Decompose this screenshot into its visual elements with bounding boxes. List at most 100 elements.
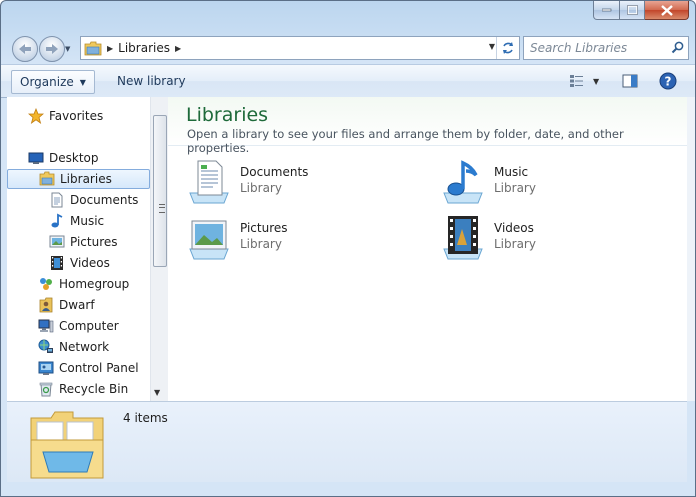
title-bar[interactable] xyxy=(1,1,695,31)
nav-item-control-panel[interactable]: Control Panel xyxy=(7,358,150,378)
new-library-button[interactable]: New library xyxy=(111,70,192,92)
nav-item-music[interactable]: Music xyxy=(7,211,150,231)
videos-library-icon xyxy=(443,216,483,260)
back-button[interactable] xyxy=(12,36,38,62)
library-type: Library xyxy=(494,237,536,251)
nav-label: Homegroup xyxy=(59,277,130,291)
forward-button[interactable] xyxy=(39,36,65,62)
nav-item-network[interactable]: Network xyxy=(7,337,150,357)
nav-label: Dwarf xyxy=(59,298,95,312)
library-type: Library xyxy=(240,181,282,195)
nav-label: Documents xyxy=(70,193,139,207)
breadcrumb-separator[interactable]: ▶ xyxy=(175,44,181,53)
libraries-folder-icon xyxy=(30,411,104,479)
library-item-documents[interactable]: Documents Library xyxy=(186,159,426,207)
scroll-down-arrow-icon[interactable]: ▼ xyxy=(154,388,160,397)
refresh-icon xyxy=(503,42,513,54)
music-note-icon xyxy=(51,213,63,228)
nav-item-libraries[interactable]: Libraries xyxy=(7,169,150,189)
page-title: Libraries xyxy=(186,104,269,126)
item-count: 4 items xyxy=(123,411,168,425)
nav-label: Favorites xyxy=(49,109,104,123)
maximize-button[interactable] xyxy=(620,1,645,20)
organize-button[interactable]: Organize ▼ xyxy=(11,70,95,94)
nav-label: Recycle Bin xyxy=(59,382,129,396)
nav-item-dwarf[interactable]: Dwarf xyxy=(7,295,150,315)
forward-arrow-icon xyxy=(46,44,58,54)
recycle-bin-icon xyxy=(39,382,53,397)
explorer-window: ▼ ▶ Libraries ▶ ▼ Search Libraries Organ… xyxy=(0,0,696,497)
nav-item-homegroup[interactable]: Homegroup xyxy=(7,274,150,294)
scrollbar-thumb[interactable] xyxy=(153,115,167,267)
preview-pane-button[interactable] xyxy=(616,70,644,92)
refresh-button[interactable] xyxy=(496,37,519,59)
library-name: Pictures xyxy=(240,221,288,235)
minimize-icon xyxy=(601,8,611,12)
close-icon xyxy=(660,4,673,16)
homegroup-icon xyxy=(40,278,52,290)
content-pane: Libraries Open a library to see your fil… xyxy=(168,97,687,401)
search-box[interactable]: Search Libraries xyxy=(523,36,689,60)
details-pane: 4 items xyxy=(7,401,687,482)
nav-label: Computer xyxy=(59,319,119,333)
documents-library-icon xyxy=(189,160,229,204)
nav-label: Pictures xyxy=(70,235,118,249)
libraries-folder-icon xyxy=(39,171,55,186)
svg-text:?: ? xyxy=(665,75,672,89)
nav-item-computer[interactable]: Computer xyxy=(7,316,150,336)
organize-label: Organize xyxy=(20,75,74,89)
libraries-folder-icon xyxy=(84,41,102,55)
nav-label: Libraries xyxy=(60,172,112,186)
navigation-pane: Favorites Desktop Libraries Documents Mu… xyxy=(7,97,151,401)
address-dropdown-icon[interactable]: ▼ xyxy=(489,42,495,51)
recent-pages-dropdown[interactable]: ▼ xyxy=(65,45,70,53)
nav-label: Desktop xyxy=(49,151,99,165)
library-type: Library xyxy=(240,237,282,251)
window-controls xyxy=(593,1,689,20)
new-library-label: New library xyxy=(117,74,186,88)
change-view-button[interactable]: ▼ xyxy=(563,70,605,92)
chevron-down-icon: ▼ xyxy=(79,77,86,87)
content-right-edge xyxy=(687,97,695,401)
library-item-pictures[interactable]: Pictures Library xyxy=(186,215,426,263)
address-bar[interactable]: ▶ Libraries ▶ ▼ xyxy=(80,36,520,60)
breadcrumb-separator[interactable]: ▶ xyxy=(107,44,113,53)
command-bar: Organize ▼ New library ▼ ? xyxy=(1,64,695,98)
breadcrumb-libraries[interactable]: Libraries xyxy=(118,41,170,55)
nav-item-pictures[interactable]: Pictures xyxy=(7,232,150,252)
view-options-icon xyxy=(570,75,583,87)
library-name: Videos xyxy=(494,221,534,235)
maximize-icon xyxy=(626,5,638,15)
nav-item-favorites[interactable]: Favorites xyxy=(7,106,150,126)
preview-pane-icon xyxy=(622,74,638,88)
help-button[interactable]: ? xyxy=(653,70,683,92)
nav-item-recycle-bin[interactable]: Recycle Bin xyxy=(7,379,150,399)
search-icon[interactable] xyxy=(671,41,684,54)
library-item-videos[interactable]: Videos Library xyxy=(440,215,680,263)
nav-item-videos[interactable]: Videos xyxy=(7,253,150,273)
nav-label: Music xyxy=(70,214,105,228)
chevron-down-icon: ▼ xyxy=(593,76,600,86)
page-description: Open a library to see your files and arr… xyxy=(187,127,624,155)
desktop-icon xyxy=(28,152,44,164)
music-library-icon xyxy=(443,160,483,204)
navigation-pane-scrollbar[interactable]: ▼ xyxy=(150,97,168,401)
library-item-music[interactable]: Music Library xyxy=(440,159,680,207)
library-type: Library xyxy=(494,181,536,195)
control-panel-icon xyxy=(38,361,54,375)
library-name: Documents xyxy=(240,165,309,179)
close-button[interactable] xyxy=(645,1,689,20)
nav-item-documents[interactable]: Documents xyxy=(7,190,150,210)
grip-icon xyxy=(159,204,165,213)
pictures-icon xyxy=(49,235,65,248)
computer-icon xyxy=(38,319,54,333)
network-icon xyxy=(38,339,53,353)
library-name: Music xyxy=(494,165,529,179)
minimize-button[interactable] xyxy=(593,1,620,20)
nav-label: Videos xyxy=(70,256,110,270)
search-input[interactable]: Search Libraries xyxy=(530,41,627,55)
user-folder-icon xyxy=(39,297,53,313)
documents-icon xyxy=(51,192,63,208)
navigation-bar: ▼ ▶ Libraries ▶ ▼ Search Libraries xyxy=(1,31,695,63)
nav-item-desktop[interactable]: Desktop xyxy=(7,148,150,168)
